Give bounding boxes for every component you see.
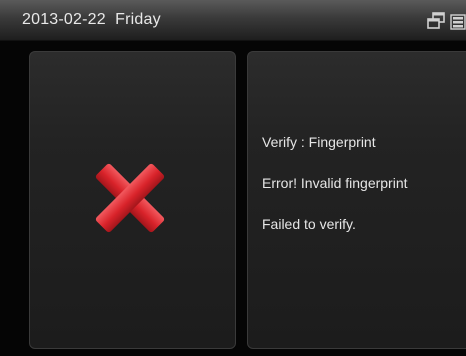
- status-icons: [426, 12, 466, 32]
- result-icon-panel: [29, 51, 236, 349]
- battery-icon: [450, 14, 466, 30]
- message-panel: Verify : Fingerprint Error! Invalid fing…: [247, 51, 466, 349]
- network-icon: [427, 12, 445, 29]
- verification-screen: 2013-02-22 Friday Verify: Fingerprint E…: [0, 0, 466, 356]
- error-text: Error! Invalid fingerprint: [262, 175, 408, 191]
- verify-method-text: Verify : Fingerprint: [262, 134, 376, 150]
- failure-text: Failed to verify.: [262, 216, 356, 232]
- date-label: 2013-02-22 Friday: [22, 11, 161, 28]
- error-x-icon: [95, 163, 165, 233]
- status-bar: 2013-02-22 Friday: [0, 0, 466, 41]
